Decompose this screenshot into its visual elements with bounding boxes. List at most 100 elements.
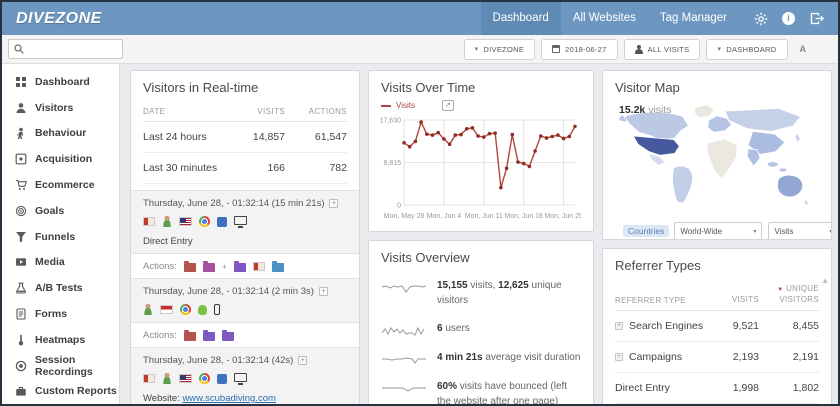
sidebar-item-forms[interactable]: Forms xyxy=(2,301,119,327)
segment-selector-button[interactable]: ALL VISITS xyxy=(623,38,701,60)
form-icon xyxy=(16,308,26,320)
sidebar-item-funnels[interactable]: Funnels xyxy=(2,224,119,250)
sidebar-item-ecommerce[interactable]: Ecommerce xyxy=(2,172,119,198)
sidebar-item-dashboard[interactable]: Dashboard xyxy=(2,69,119,95)
website-link[interactable]: www.scubadiving.com xyxy=(182,393,275,404)
funnel-icon xyxy=(16,231,26,243)
folder-purple-icon[interactable] xyxy=(202,330,215,341)
chevron-down-icon: ▾ xyxy=(717,46,722,53)
column-unique-visitors[interactable]: ▼ UNIQUE VISITORS xyxy=(759,284,819,305)
dashboard-icon xyxy=(16,76,26,87)
record-icon xyxy=(15,360,27,371)
sidebar-item-ab-tests[interactable]: A/B Tests xyxy=(2,275,119,301)
flask-icon xyxy=(16,282,26,294)
dashboard-content: Visitors in Real-time DATE VISITS ACTION… xyxy=(120,64,838,404)
search-box[interactable] xyxy=(8,39,123,59)
sidebar-item-session-recordings[interactable]: Session Recordings xyxy=(2,353,119,379)
sort-desc-icon: ▼ xyxy=(777,287,784,293)
folder-red-icon[interactable] xyxy=(183,330,196,341)
overview-stat: 4 min 21s average visit duration xyxy=(369,344,593,373)
nav-tag-manager[interactable]: Tag Manager xyxy=(648,2,739,35)
countries-search-label[interactable]: Countries xyxy=(623,225,670,237)
info-icon[interactable]: i xyxy=(781,11,796,26)
referrer-type-label: Direct Entry xyxy=(143,236,193,247)
expand-icon[interactable]: + xyxy=(615,353,623,362)
sidebar: Dashboard Visitors Behaviour Acquisition… xyxy=(2,64,120,404)
date-range-button[interactable]: 2018-06-27 xyxy=(541,38,618,60)
site-icon xyxy=(253,262,266,271)
visitor-map-widget: Visitor Map 15.2k visits Countries World… xyxy=(602,70,832,240)
map-footer: Countries World-Wide▾ Visits▾ xyxy=(603,219,831,239)
svg-text:8,815: 8,815 xyxy=(383,160,401,167)
nav-all-websites[interactable]: All Websites xyxy=(561,2,648,35)
column-referrer-type[interactable]: REFERRER TYPE xyxy=(615,296,709,305)
folder-red-icon[interactable] xyxy=(183,261,196,272)
overview-stat: 6 users xyxy=(369,315,593,344)
site-icon xyxy=(143,217,155,226)
visit-entry: Thursday, June 28, - 01:32:14 (2 min 3s)… xyxy=(131,278,359,322)
folder-magenta-icon[interactable] xyxy=(202,261,215,272)
sidebar-item-goals[interactable]: Goals xyxy=(2,198,119,224)
folder-purple-icon[interactable] xyxy=(234,261,247,272)
table-row: Last 24 hours 14,857 61,547 xyxy=(143,122,347,153)
legend-swatch xyxy=(381,104,391,107)
sidebar-item-media[interactable]: Media xyxy=(2,250,119,276)
overview-stat: 60% visits have bounced (left the websit… xyxy=(369,373,593,404)
os-icon xyxy=(217,373,227,384)
svg-text:17,630: 17,630 xyxy=(380,118,402,125)
chrome-icon xyxy=(180,304,191,315)
expand-icon[interactable]: + xyxy=(615,322,623,331)
mobile-icon xyxy=(214,304,220,315)
sparkline xyxy=(382,357,426,364)
sidebar-item-heatmaps[interactable]: Heatmaps xyxy=(2,327,119,353)
widget-title: Visits Overview xyxy=(381,250,470,265)
visit-time: Thursday, June 28, - 01:32:14 (15 min 21… xyxy=(143,198,325,209)
app-window: DIVEZONE Dashboard All Websites Tag Mana… xyxy=(0,0,840,406)
sidebar-item-custom-reports[interactable]: Custom Reports xyxy=(2,379,119,404)
world-map[interactable] xyxy=(613,102,819,214)
android-icon xyxy=(198,304,207,315)
site-icon xyxy=(143,374,155,383)
segment-a-icon[interactable]: A xyxy=(794,44,813,54)
expand-visit-icon[interactable]: + xyxy=(298,356,308,365)
nav-dashboard[interactable]: Dashboard xyxy=(480,2,561,35)
site-selector-button[interactable]: ▾ DIVEZONE xyxy=(463,38,536,60)
acquisition-icon xyxy=(15,153,27,165)
calendar-icon xyxy=(552,45,561,53)
search-icon xyxy=(14,44,24,54)
sidebar-item-behaviour[interactable]: Behaviour xyxy=(2,121,119,147)
column-visits[interactable]: VISITS xyxy=(709,295,759,305)
export-image-icon[interactable]: ↗ xyxy=(441,100,454,111)
dashboard-selector-button[interactable]: ▾ DASHBOARD xyxy=(706,38,788,60)
visits-over-time-chart[interactable]: 17,6308,8150Mon, May 28 Mon, Jun 4 Mon, Ju… xyxy=(377,113,583,225)
overview-stat: 15,155 visits, 12,625 unique visitors xyxy=(369,272,593,315)
ecommerce-cart-icon xyxy=(15,180,27,191)
sparkline xyxy=(381,326,425,336)
expand-visit-icon[interactable]: + xyxy=(318,287,328,296)
table-row: + Search Engines 9,521 8,455 xyxy=(615,311,819,343)
region-select[interactable]: World-Wide ▾ xyxy=(674,222,763,239)
legend-label: Visits xyxy=(396,101,415,110)
toolbar: ▾ DIVEZONE 2018-06-27 ALL VISITS ▾ DASHB… xyxy=(2,35,838,64)
chart-legend: Visits ↗ xyxy=(369,100,593,111)
sidebar-item-visitors[interactable]: Visitors xyxy=(2,95,119,121)
widget-title: Visits Over Time xyxy=(381,80,476,95)
metric-select[interactable]: Visits▾ xyxy=(768,222,831,239)
visits-overview-widget: Visits Overview 15,155 visits, 12,625 un… xyxy=(368,240,594,404)
chevron-down-icon: ▾ xyxy=(474,46,479,53)
folder-blue-icon[interactable] xyxy=(272,261,285,272)
visit-actions: Actions: + xyxy=(131,253,359,278)
expand-visit-icon[interactable]: + xyxy=(329,199,339,208)
gear-icon[interactable] xyxy=(753,11,768,26)
chevron-down-icon: ▾ xyxy=(829,228,831,235)
folder-purple-icon[interactable] xyxy=(221,330,234,341)
signout-icon[interactable] xyxy=(809,11,824,26)
svg-text:Mon, Jun 4: Mon, Jun 4 xyxy=(427,213,462,220)
sidebar-item-acquisition[interactable]: Acquisition xyxy=(2,146,119,172)
svg-text:Mon, May 28: Mon, May 28 xyxy=(384,213,425,220)
visitor-icon xyxy=(162,373,172,384)
scroll-up-icon[interactable]: ▲ xyxy=(821,276,829,285)
search-input[interactable] xyxy=(28,44,113,54)
realtime-table-header: DATE VISITS ACTIONS xyxy=(143,102,347,122)
goals-target-icon xyxy=(15,205,27,217)
